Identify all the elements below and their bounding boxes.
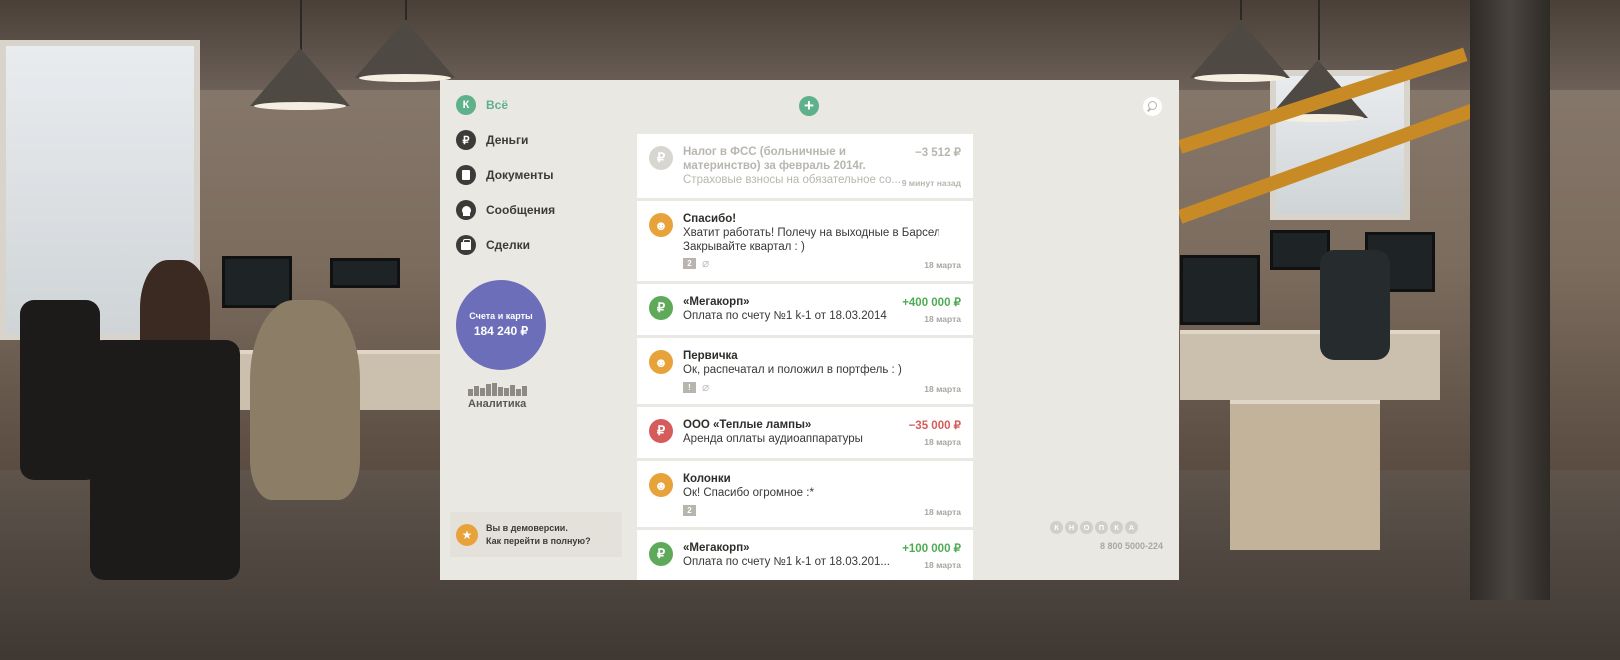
pillar <box>1470 0 1550 600</box>
feed-item[interactable]: ☻ Колонки Ок! Спасибо огромное :* 2 18 м… <box>637 461 973 527</box>
sidebar: К Всё ₽ Деньги Документы Сообщения Сделк… <box>440 80 630 580</box>
feed-item-title: «Мегакорп» <box>683 296 750 308</box>
feed-item-time: 9 минут назад <box>901 178 961 188</box>
lamp <box>250 48 350 110</box>
app-window: К Всё ₽ Деньги Документы Сообщения Сделк… <box>440 80 1179 580</box>
comment-icon: 2 <box>683 505 696 516</box>
support-phone: 8 800 5000-224 <box>1099 541 1163 551</box>
feed-item-amount: +400 000 ₽ <box>902 297 961 309</box>
feed-item-title: ООО «Теплые лампы» <box>683 419 812 431</box>
paperclip-icon: ⌀ <box>702 256 710 270</box>
feed-item-text: Ок, распечатал и положил в портфель : ) <box>683 364 902 376</box>
paperclip-icon: ⌀ <box>702 380 710 394</box>
ruble-icon: ₽ <box>649 296 673 320</box>
feed-item-title: Налог в ФСС (больничные и материнство) з… <box>683 146 866 172</box>
feed-item-text: Закрывайте квартал : ) <box>683 241 805 253</box>
briefcase-icon <box>456 235 476 255</box>
sidebar-item-money[interactable]: ₽ Деньги <box>456 129 528 151</box>
feed-item-text: Хватит работать! Полечу на выходные в Ба… <box>683 227 939 239</box>
comment-icon: ! <box>683 382 696 393</box>
ruble-icon: ₽ <box>649 419 673 443</box>
sidebar-item-messages[interactable]: Сообщения <box>456 199 555 221</box>
bar-chart-icon <box>468 383 534 396</box>
sidebar-item-label: Деньги <box>486 133 529 147</box>
feed-item-title: Первичка <box>683 350 738 362</box>
feed-item-time: 18 марта <box>924 314 961 324</box>
feed-item[interactable]: ₽ ООО «Теплые лампы» Аренда оплаты аудио… <box>637 407 973 458</box>
accounts-label: Счета и карты <box>469 311 533 321</box>
comment-icon: 2 <box>683 258 696 269</box>
user-icon: ☻ <box>649 213 673 237</box>
kontur-logo-icon: К <box>456 95 476 115</box>
demo-upgrade-link[interactable]: ★ Вы в демоверсии. Как перейти в полную? <box>450 512 622 557</box>
document-icon <box>456 165 476 185</box>
feed-item[interactable]: ₽ «Мегакорп» Оплата по счету №1 k-1 от 1… <box>637 284 973 335</box>
feed-item-time: 18 марта <box>924 260 961 270</box>
ruble-icon: ₽ <box>649 146 673 170</box>
demo-text: Вы в демоверсии. Как перейти в полную? <box>486 522 591 546</box>
feed-item-amount: −3 512 ₽ <box>914 147 961 159</box>
ruble-icon: ₽ <box>649 542 673 566</box>
sidebar-item-label: Сделки <box>486 238 530 252</box>
star-icon: ★ <box>456 523 478 546</box>
sidebar-item-label: Сообщения <box>486 203 556 217</box>
event-feed: ₽ Налог в ФСС (больничные и материнство)… <box>637 134 973 580</box>
add-button[interactable]: + <box>799 96 819 116</box>
feed-item-title: Колонки <box>683 473 731 485</box>
feed-item-text: Оплата по счету №1 k-1 от 18.03.201... <box>683 556 890 568</box>
user-icon: ☻ <box>649 473 673 497</box>
feed-item-title: Спасибо! <box>683 213 737 225</box>
feed-item-title: «Мегакорп» <box>683 542 750 554</box>
user-icon: ☻ <box>649 350 673 374</box>
ruble-icon: ₽ <box>456 130 476 150</box>
feed-item-time: 18 марта <box>924 437 961 447</box>
feed-item-time: 18 марта <box>924 560 961 570</box>
sidebar-item-documents[interactable]: Документы <box>456 164 553 186</box>
sidebar-item-label: Всё <box>486 98 509 112</box>
search-icon[interactable] <box>1143 97 1162 116</box>
feed-item[interactable]: ☻ Спасибо! Хватит работать! Полечу на вы… <box>637 201 973 281</box>
feed-item[interactable]: ☻ Первичка Ок, распечатал и положил в по… <box>637 338 973 404</box>
feed-item-text: Страховые взносы на обязательное со... <box>683 174 901 186</box>
sidebar-item-deals[interactable]: Сделки <box>456 234 530 256</box>
feed-item[interactable]: ₽ «Мегакорп» Оплата по счету №1 k-1 от 1… <box>637 530 973 580</box>
analytics-label: Аналитика <box>468 398 527 410</box>
message-icon <box>456 200 476 220</box>
sidebar-item-label: Документы <box>486 168 554 182</box>
feed-item-amount: +100 000 ₽ <box>902 543 961 555</box>
sidebar-item-all[interactable]: К Всё <box>456 94 508 116</box>
feed-item-text: Оплата по счету №1 k-1 от 18.03.2014 <box>683 310 887 322</box>
feed-item-amount: −35 000 ₽ <box>908 420 961 432</box>
accounts-and-cards-button[interactable]: Счета и карты 184 240 ₽ <box>456 280 546 370</box>
feed-item-time: 18 марта <box>924 507 961 517</box>
brand-logo: К Н О П К А <box>1050 521 1138 534</box>
accounts-balance: 184 240 ₽ <box>473 324 529 338</box>
feed-item-text: Аренда оплаты аудиоаппаратуры <box>683 433 863 445</box>
feed-item-time: 18 марта <box>924 384 961 394</box>
analytics-button[interactable]: Аналитика <box>468 383 534 410</box>
feed-item-text: Ок! Спасибо огромное :* <box>683 487 814 499</box>
feed-item[interactable]: ₽ Налог в ФСС (больничные и материнство)… <box>637 134 973 198</box>
lamp <box>355 20 455 82</box>
